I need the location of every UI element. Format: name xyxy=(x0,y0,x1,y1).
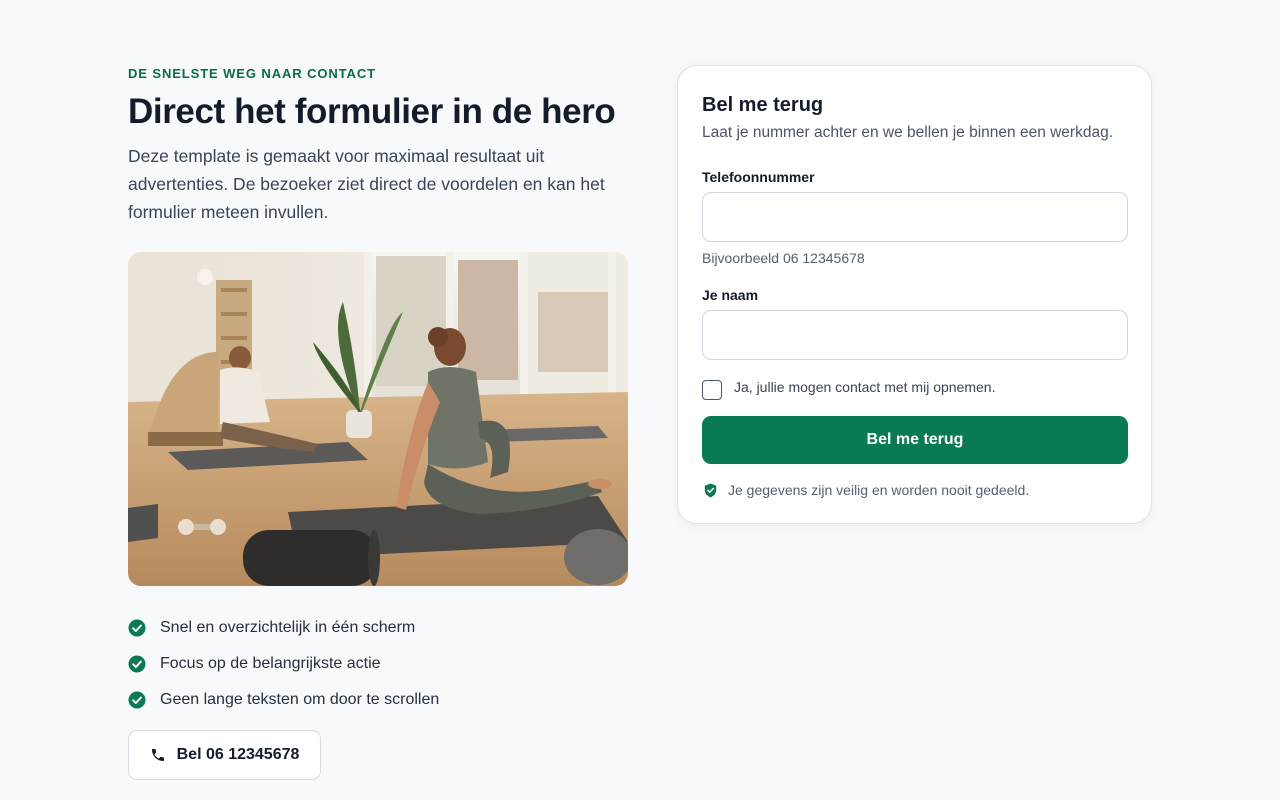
call-button-label: Bel 06 12345678 xyxy=(176,746,300,763)
form-subtitle: Laat je nummer achter en we bellen je bi… xyxy=(702,124,1114,141)
check-circle-icon xyxy=(128,655,146,673)
consent-checkbox[interactable] xyxy=(702,380,722,400)
name-field-label: Je naam xyxy=(702,287,759,303)
page-title: Direct het formulier in de hero xyxy=(128,92,616,131)
hero-lead-text: Deze template is gemaakt voor maximaal r… xyxy=(128,146,605,222)
consent-row: Ja, jullie mogen contact met mij opnemen… xyxy=(702,379,995,400)
list-item: Snel en overzichtelijk in één scherm xyxy=(128,610,628,646)
submit-button[interactable]: Bel me terug xyxy=(702,416,1128,464)
benefit-text: Snel en overzichtelijk in één scherm xyxy=(160,619,416,636)
phone-hint: Bijvoorbeeld 06 12345678 xyxy=(702,250,865,266)
privacy-note: Je gegevens zijn veilig en worden nooit … xyxy=(704,482,1029,498)
landing-page: DE SNELSTE WEG NAAR CONTACT Direct het f… xyxy=(0,0,1280,800)
check-circle-icon xyxy=(128,691,146,709)
form-title: Bel me terug xyxy=(702,94,824,116)
photo-illustration xyxy=(128,252,628,586)
phone-field-label: Telefoonnummer xyxy=(702,169,815,185)
check-circle-icon xyxy=(128,619,146,637)
consent-label: Ja, jullie mogen contact met mij opnemen… xyxy=(734,379,996,395)
list-item: Geen lange teksten om door te scrollen xyxy=(128,682,628,718)
name-input[interactable] xyxy=(702,310,1128,360)
hero-section: DE SNELSTE WEG NAAR CONTACT Direct het f… xyxy=(128,66,628,780)
privacy-text: Je gegevens zijn veilig en worden nooit … xyxy=(728,482,1030,498)
callback-form-card: Bel me terug Laat je nummer achter en we… xyxy=(677,65,1152,524)
benefit-text: Geen lange teksten om door te scrollen xyxy=(160,691,440,708)
benefit-list: Snel en overzichtelijk in één scherm Foc… xyxy=(128,610,628,718)
phone-input[interactable] xyxy=(702,192,1128,242)
yoga-studio-photo xyxy=(128,252,628,586)
call-button[interactable]: Bel 06 12345678 xyxy=(128,730,321,780)
phone-icon xyxy=(151,749,164,761)
shield-check-icon xyxy=(704,483,717,497)
eyebrow-text: DE SNELSTE WEG NAAR CONTACT xyxy=(128,66,376,81)
benefit-text: Focus op de belangrijkste actie xyxy=(160,655,381,672)
list-item: Focus op de belangrijkste actie xyxy=(128,646,628,682)
